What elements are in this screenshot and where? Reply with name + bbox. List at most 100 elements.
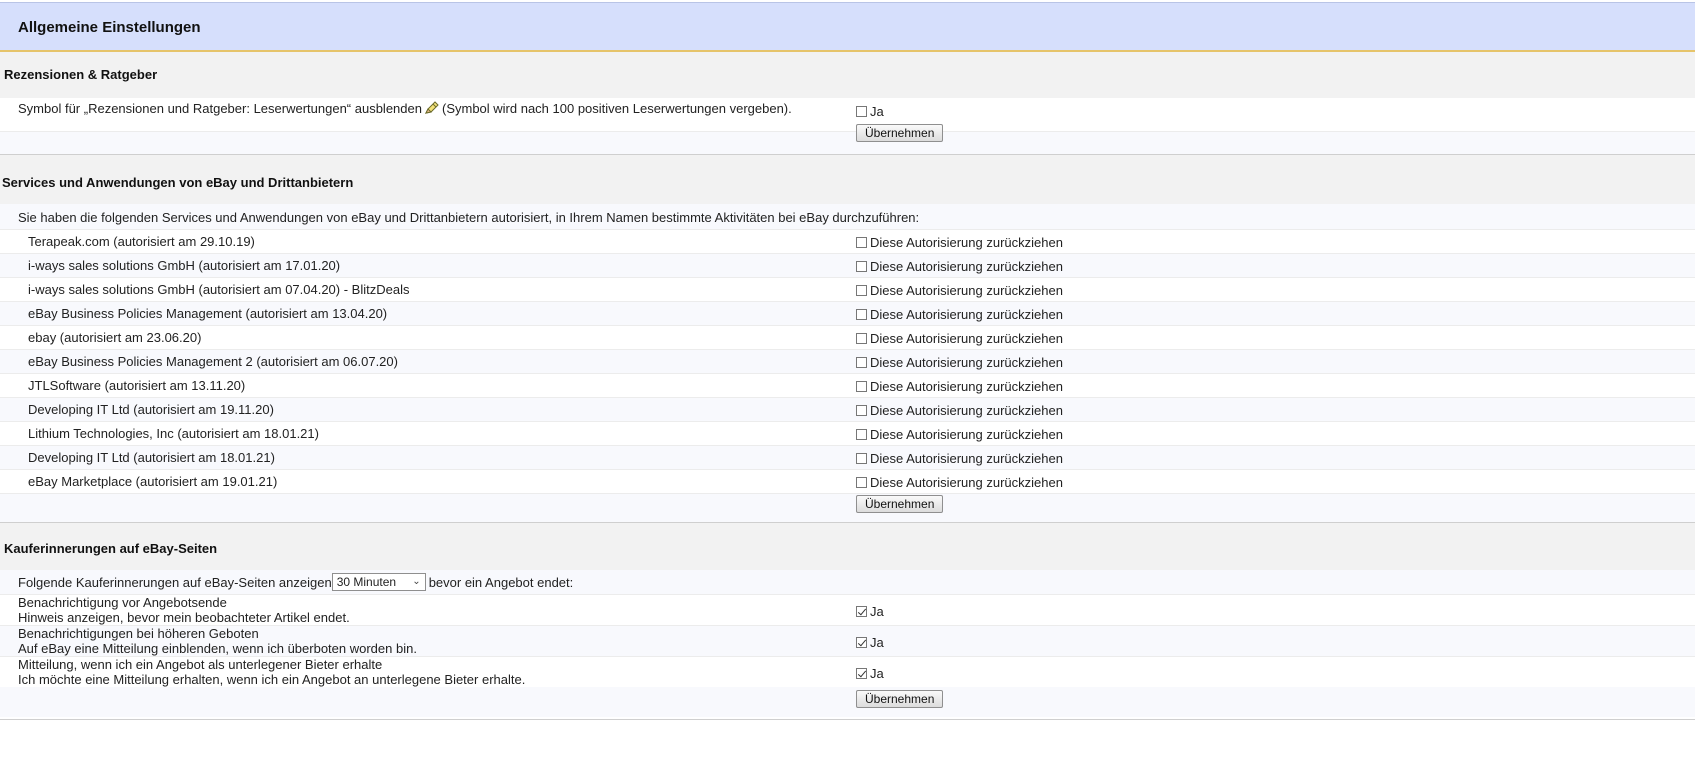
revoke-authorization-label: Diese Autorisierung zurückziehen [870, 331, 1063, 346]
service-row: JTLSoftware (autorisiert am 13.11.20) Die… [0, 374, 1695, 398]
revoke-authorization-label: Diese Autorisierung zurückziehen [870, 475, 1063, 490]
revoke-authorization-label: Diese Autorisierung zurückziehen [870, 379, 1063, 394]
reminders-intro: Folgende Kauferinnerungen auf eBay-Seite… [18, 573, 574, 591]
reminder-row: Mitteilung, wenn ich ein Angebot als unt… [0, 657, 1695, 688]
reminder-description: Auf eBay eine Mitteilung einblenden, wen… [18, 641, 417, 656]
reminder-description: Ich möchte eine Mitteilung erhalten, wen… [18, 672, 526, 687]
revoke-authorization-label: Diese Autorisierung zurückziehen [870, 235, 1063, 250]
service-name: ebay (autorisiert am 23.06.20) [28, 330, 202, 345]
revoke-authorization-option[interactable]: Diese Autorisierung zurückziehen [856, 259, 1063, 274]
service-row: Developing IT Ltd (autorisiert am 19.11.… [0, 398, 1695, 422]
revoke-authorization-label: Diese Autorisierung zurückziehen [870, 451, 1063, 466]
section-services-title: Services und Anwendungen von eBay und Dr… [2, 175, 354, 190]
service-name: Developing IT Ltd (autorisiert am 19.11.… [28, 402, 274, 417]
services-intro-row: Sie haben die folgenden Services und Anw… [0, 204, 1695, 230]
reminder-option[interactable]: Ja [856, 604, 884, 619]
service-row: ebay (autorisiert am 23.06.20) Diese Auto… [0, 326, 1695, 350]
reminder-row: Benachrichtigung vor Angebotsende Hinweis… [0, 595, 1695, 626]
reminder-title: Mitteilung, wenn ich ein Angebot als unt… [18, 657, 383, 672]
service-row: Terapeak.com (autorisiert am 29.10.19) Di… [0, 230, 1695, 254]
pencil-icon [425, 101, 439, 114]
reviews-setting-row: Symbol für „Rezensionen und Ratgeber: Le… [0, 98, 1695, 132]
revoke-authorization-checkbox[interactable] [856, 477, 867, 488]
reminders-intro-row: Folgende Kauferinnerungen auf eBay-Seite… [0, 570, 1695, 595]
reviews-hide-checkbox-wrap[interactable]: Ja [856, 104, 884, 119]
revoke-authorization-option[interactable]: Diese Autorisierung zurückziehen [856, 331, 1063, 346]
revoke-authorization-checkbox[interactable] [856, 309, 867, 320]
revoke-authorization-checkbox[interactable] [856, 285, 867, 296]
page-title: Allgemeine Einstellungen [18, 19, 201, 36]
service-name: eBay Business Policies Management 2 (aut… [28, 354, 398, 369]
revoke-authorization-checkbox[interactable] [856, 261, 867, 272]
revoke-authorization-label: Diese Autorisierung zurückziehen [870, 259, 1063, 274]
service-row: eBay Business Policies Management 2 (aut… [0, 350, 1695, 374]
service-name: eBay Business Policies Management (autor… [28, 306, 388, 321]
revoke-authorization-checkbox[interactable] [856, 333, 867, 344]
reminders-apply-row: Übernehmen [0, 687, 1695, 717]
section-reviews-header: Rezensionen & Ratgeber [0, 52, 1695, 98]
chevron-down-icon: ⌄ [412, 576, 421, 587]
service-name: i-ways sales solutions GmbH (autorisiert… [28, 258, 341, 273]
page-header: Allgemeine Einstellungen [0, 2, 1695, 52]
service-row: i-ways sales solutions GmbH (autorisiert… [0, 278, 1695, 302]
reminders-apply-button[interactable]: Übernehmen [856, 690, 944, 708]
reminder-title: Benachrichtigungen bei höheren Geboten [18, 626, 259, 641]
revoke-authorization-option[interactable]: Diese Autorisierung zurückziehen [856, 283, 1063, 298]
revoke-authorization-option[interactable]: Diese Autorisierung zurückziehen [856, 355, 1063, 370]
revoke-authorization-option[interactable]: Diese Autorisierung zurückziehen [856, 427, 1063, 442]
revoke-authorization-option[interactable]: Diese Autorisierung zurückziehen [856, 307, 1063, 322]
reminder-time-select[interactable]: 30 Minuten ⌄ [331, 573, 426, 591]
section-reviews-title: Rezensionen & Ratgeber [4, 67, 158, 82]
reminder-row: Benachrichtigungen bei höheren Geboten Au… [0, 626, 1695, 657]
reviews-apply-button[interactable]: Übernehmen [856, 124, 944, 142]
section-reminders-header: Kauferinnerungen auf eBay-Seiten [0, 523, 1695, 570]
revoke-authorization-option[interactable]: Diese Autorisierung zurückziehen [856, 379, 1063, 394]
service-row: eBay Marketplace (autorisiert am 19.01.2… [0, 470, 1695, 494]
service-row: eBay Business Policies Management (autor… [0, 302, 1695, 326]
revoke-authorization-checkbox[interactable] [856, 405, 867, 416]
revoke-authorization-option[interactable]: Diese Autorisierung zurückziehen [856, 235, 1063, 250]
reminder-option[interactable]: Ja [856, 635, 884, 650]
service-row: Developing IT Ltd (autorisiert am 18.01.… [0, 446, 1695, 470]
reminder-option[interactable]: Ja [856, 666, 884, 681]
reviews-hide-checkbox-label: Ja [870, 104, 884, 119]
revoke-authorization-checkbox[interactable] [856, 381, 867, 392]
section-reminders-title: Kauferinnerungen auf eBay-Seiten [4, 541, 218, 556]
revoke-authorization-option[interactable]: Diese Autorisierung zurückziehen [856, 403, 1063, 418]
reminder-checkbox[interactable] [856, 668, 867, 679]
reviews-setting-label: Symbol für „Rezensionen und Ratgeber: Le… [18, 101, 792, 116]
reminder-checkbox-label: Ja [870, 666, 884, 681]
revoke-authorization-checkbox[interactable] [856, 453, 867, 464]
reminder-title: Benachrichtigung vor Angebotsende [18, 595, 227, 610]
service-name: JTLSoftware (autorisiert am 13.11.20) [28, 378, 246, 393]
reminder-checkbox-label: Ja [870, 635, 884, 650]
services-intro-text: Sie haben die folgenden Services und Anw… [18, 210, 920, 225]
revoke-authorization-label: Diese Autorisierung zurückziehen [870, 355, 1063, 370]
services-apply-button[interactable]: Übernehmen [856, 495, 944, 513]
service-name: Lithium Technologies, Inc (autorisiert a… [28, 426, 319, 441]
section-services-header: Services und Anwendungen von eBay und Dr… [0, 155, 1695, 204]
revoke-authorization-label: Diese Autorisierung zurückziehen [870, 403, 1063, 418]
service-name: Developing IT Ltd (autorisiert am 18.01.… [28, 450, 275, 465]
service-row: i-ways sales solutions GmbH (autorisiert… [0, 254, 1695, 278]
service-row: Lithium Technologies, Inc (autorisiert a… [0, 422, 1695, 446]
reminder-checkbox-label: Ja [870, 604, 884, 619]
section-divider [0, 719, 1695, 720]
revoke-authorization-option[interactable]: Diese Autorisierung zurückziehen [856, 475, 1063, 490]
reviews-apply-row: Übernehmen [0, 124, 1695, 154]
reminder-description: Hinweis anzeigen, bevor mein beobachtete… [18, 610, 350, 625]
service-name: eBay Marketplace (autorisiert am 19.01.2… [28, 474, 278, 489]
reviews-hide-checkbox[interactable] [856, 106, 867, 117]
service-name: Terapeak.com (autorisiert am 29.10.19) [28, 234, 255, 249]
services-apply-row: Übernehmen [0, 494, 1695, 522]
reminder-checkbox[interactable] [856, 637, 867, 648]
revoke-authorization-option[interactable]: Diese Autorisierung zurückziehen [856, 451, 1063, 466]
revoke-authorization-label: Diese Autorisierung zurückziehen [870, 427, 1063, 442]
revoke-authorization-label: Diese Autorisierung zurückziehen [870, 283, 1063, 298]
revoke-authorization-label: Diese Autorisierung zurückziehen [870, 307, 1063, 322]
reminder-checkbox[interactable] [856, 606, 867, 617]
revoke-authorization-checkbox[interactable] [856, 237, 867, 248]
revoke-authorization-checkbox[interactable] [856, 357, 867, 368]
service-name: i-ways sales solutions GmbH (autorisiert… [28, 282, 410, 297]
revoke-authorization-checkbox[interactable] [856, 429, 867, 440]
